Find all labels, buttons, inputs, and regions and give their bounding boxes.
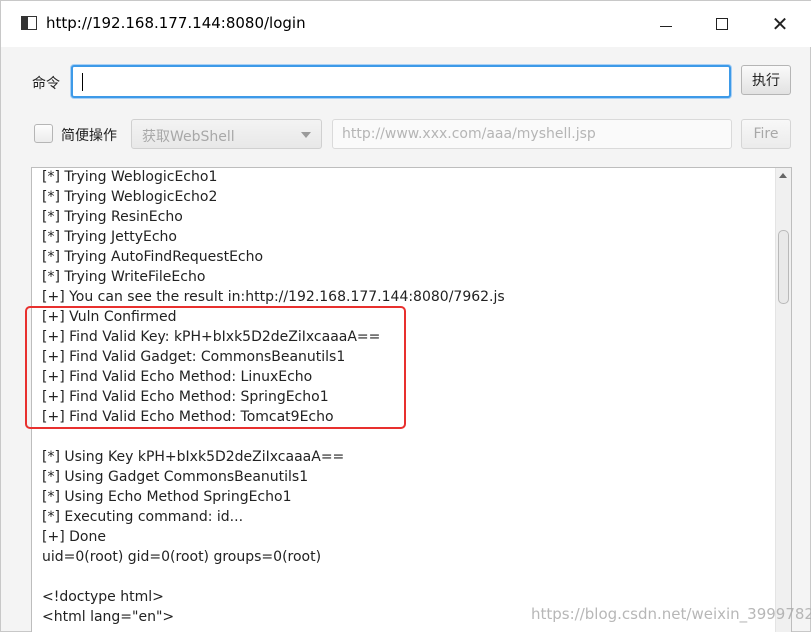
annotation-highlight-box: [25, 306, 406, 429]
output-line: uid=0(root) gid=0(root) groups=0(root): [42, 549, 322, 565]
command-label: 命令: [32, 76, 60, 92]
vertical-scrollbar[interactable]: [775, 168, 791, 632]
output-line: [*] Using Gadget CommonsBeanutils1: [42, 469, 309, 485]
webshell-url-input[interactable]: http://www.xxx.com/aaa/myshell.jsp: [332, 119, 732, 149]
output-line: [*] Trying WeblogicEcho2: [42, 189, 218, 205]
output-line: [*] Trying JettyEcho: [42, 229, 177, 245]
output-line: [*] Trying WriteFileEcho: [42, 269, 206, 285]
minimize-button[interactable]: [643, 1, 689, 47]
simple-mode-label: 简便操作: [61, 128, 117, 144]
webshell-select[interactable]: 获取WebShell: [131, 119, 322, 149]
output-line: [*] Trying AutoFindRequestEcho: [42, 249, 264, 265]
output-line: <!doctype html>: [42, 589, 164, 605]
output-line: [+] Done: [42, 529, 106, 545]
scroll-thumb[interactable]: [778, 230, 789, 304]
simple-mode-checkbox[interactable]: [34, 124, 53, 143]
output-line: [*] Trying WeblogicEcho1: [42, 169, 218, 185]
text-caret: [82, 73, 83, 91]
maximize-icon: [716, 18, 728, 30]
fire-button[interactable]: Fire: [741, 119, 791, 149]
output-line: [*] Executing command: id...: [42, 509, 244, 525]
app-window: http://192.168.177.144:8080/login ✕ 命令 执…: [0, 0, 811, 632]
output-line: [+] You can see the result in:http://192…: [42, 289, 505, 305]
minimize-icon: [660, 25, 672, 27]
output-line: [*] Using Echo Method SpringEcho1: [42, 489, 292, 505]
output-line: [*] Trying ResinEcho: [42, 209, 183, 225]
scroll-up-arrow-icon[interactable]: [779, 173, 787, 178]
window-title: http://192.168.177.144:8080/login: [46, 14, 306, 32]
watermark-text: https://blog.csdn.net/weixin_39997829: [531, 605, 811, 623]
maximize-button[interactable]: [699, 1, 745, 47]
command-input[interactable]: [71, 65, 731, 98]
window-icon: [21, 16, 37, 30]
close-button[interactable]: ✕: [757, 1, 803, 47]
chevron-down-icon: [301, 132, 311, 138]
output-line: [*] Using Key kPH+bIxk5D2deZiIxcaaaA==: [42, 449, 345, 465]
webshell-select-value: 获取WebShell: [142, 129, 235, 145]
title-bar[interactable]: http://192.168.177.144:8080/login ✕: [1, 1, 811, 47]
execute-button[interactable]: 执行: [741, 65, 791, 95]
